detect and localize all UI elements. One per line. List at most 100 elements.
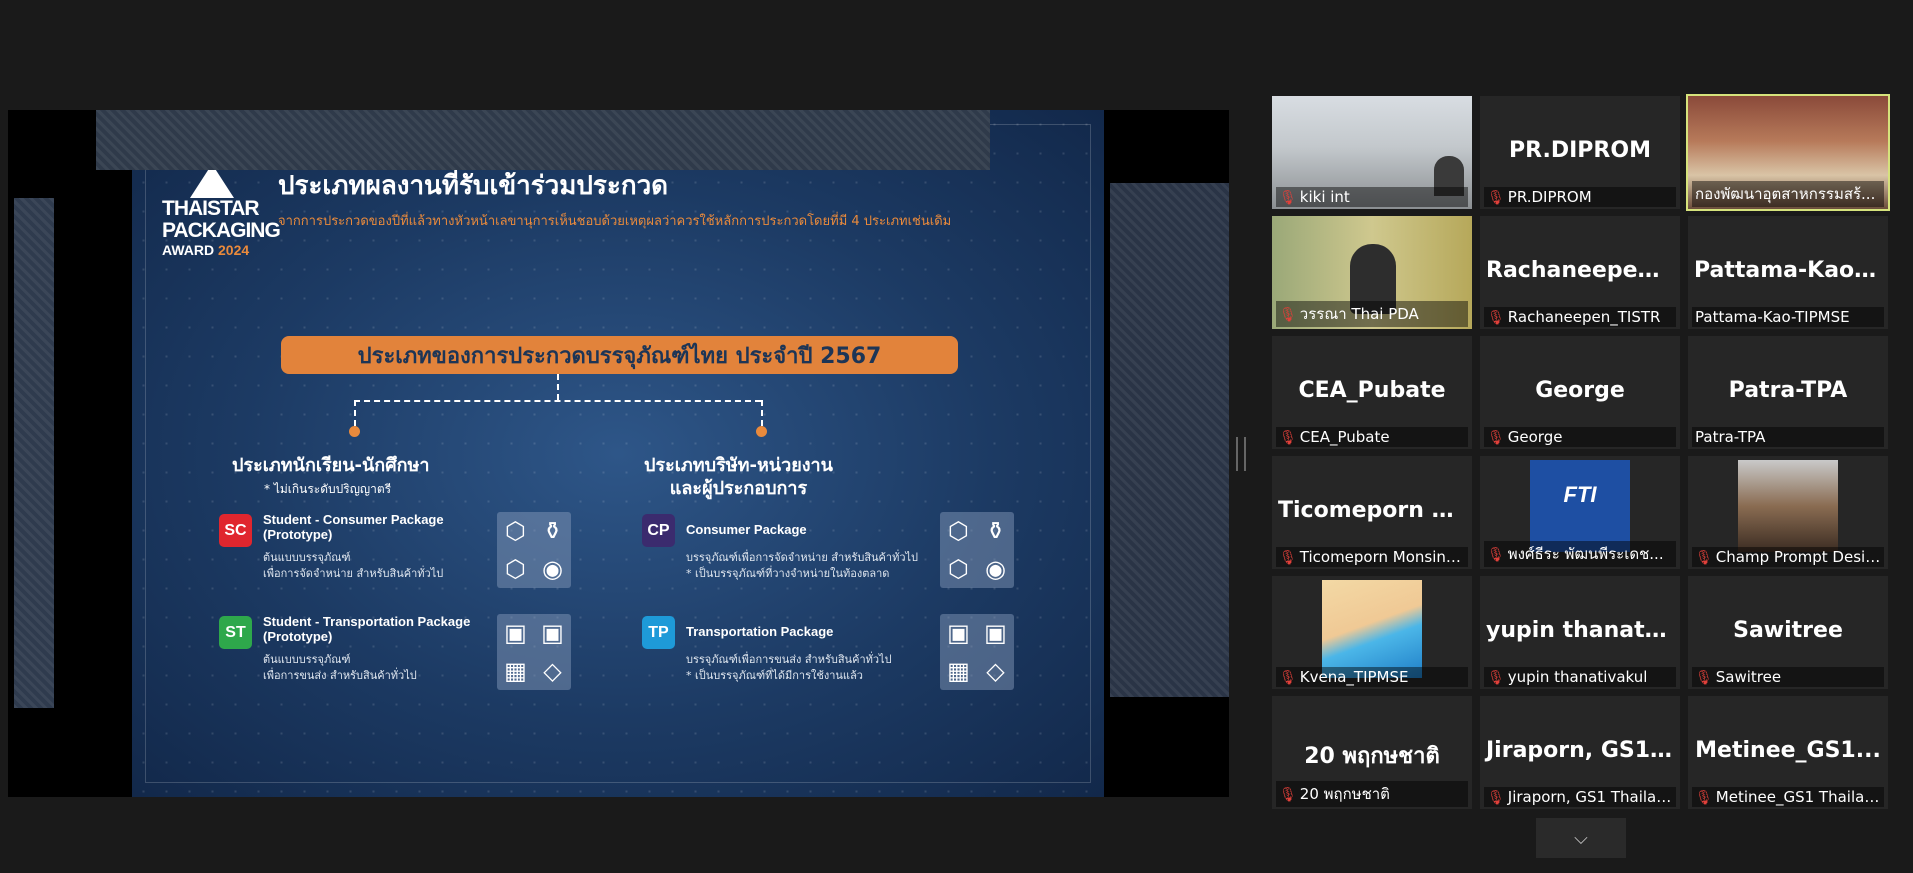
participant-tile[interactable]: Patra-TPA Patra-TPA <box>1688 336 1888 449</box>
participant-display-name: Pattama-Kao-... <box>1694 258 1888 283</box>
participant-tile[interactable]: 🎙 วรรณา Thai PDA <box>1272 216 1472 329</box>
category-desc2: เพื่อการจัดจำหน่าย สำหรับสินค้าทั่วไป <box>263 567 444 580</box>
participant-tile[interactable]: CEA_Pubate 🎙 CEA_Pubate <box>1272 336 1472 449</box>
participant-name: พงศ์ธีระ พัฒนพีระเดช... <box>1507 545 1664 563</box>
participant-name: George <box>1507 428 1563 446</box>
participant-tile[interactable]: PR.DIPROM 🎙 PR.DIPROM <box>1480 96 1680 209</box>
participant-tile[interactable]: Jiraporn, GS1... 🎙 Jiraporn, GS1 Thailand <box>1480 696 1680 809</box>
participant-label: 🎙 PR.DIPROM <box>1484 187 1676 207</box>
participant-name: Ticomeporn Monsint... <box>1299 548 1467 566</box>
participant-name: kiki int <box>1299 188 1350 206</box>
presentation-slide: THAISTAR PACKAGING AWARD 2024 ประเภทผลงา… <box>132 110 1104 797</box>
participant-name: Sawitree <box>1715 668 1782 686</box>
mic-muted-icon: 🎙 <box>1279 430 1297 446</box>
participant-tile[interactable]: 20 พฤกษชาติ 🎙 20 พฤกษชาติ <box>1272 696 1472 809</box>
participant-display-name: 20 พฤกษชาติ <box>1304 744 1440 769</box>
tray-icon: ◇ <box>986 657 1005 685</box>
box-icon: ▣ <box>504 619 527 647</box>
participant-tile[interactable]: FTI 🎙 พงศ์ธีระ พัฒนพีระเดช... <box>1480 456 1680 569</box>
participant-name: วรรณา Thai PDA <box>1299 305 1419 323</box>
crate-icon: ▦ <box>504 657 527 685</box>
left-heading: ประเภทนักเรียน-นักศึกษา <box>232 455 430 476</box>
mic-muted-icon: 🎙 <box>1695 550 1713 566</box>
participant-name: Kvena_TIPMSE <box>1299 668 1409 686</box>
participant-label: 🎙 Champ Prompt Design <box>1692 547 1884 567</box>
logo-award: AWARD <box>162 242 215 258</box>
participant-label: 🎙 Metinee_GS1 Thailand <box>1692 787 1884 807</box>
participant-label: 🎙 Jiraporn, GS1 Thailand <box>1484 787 1676 807</box>
right-heading: ประเภทบริษัท-หน่วยงาน และผู้ประกอบการ <box>644 454 833 500</box>
carton-icon: ⬡ <box>505 555 526 583</box>
participant-name: 20 พฤกษชาติ <box>1299 785 1390 803</box>
participant-tile[interactable]: yupin thanativ... 🎙 yupin thanativakul <box>1480 576 1680 689</box>
participant-tile[interactable]: 🎙 Kvena_TIPMSE <box>1272 576 1472 689</box>
connector-horizontal <box>354 400 761 402</box>
participant-tile[interactable]: 🎙 kiki int <box>1272 96 1472 209</box>
participant-label: กองพัฒนาอุตสาหกรรมสร้... <box>1692 181 1884 207</box>
participant-label: 🎙 Kvena_TIPMSE <box>1276 667 1468 687</box>
consumer-icons-left: ⬡ ⚱ ⬡ ◉ <box>497 512 571 588</box>
mic-muted-icon: 🎙 <box>1695 670 1713 686</box>
category-desc2: * เป็นบรรจุภัณฑ์ที่วางจำหน่ายในท้องตลาด <box>686 567 890 580</box>
bag-icon: ⬡ <box>948 517 969 545</box>
resize-handle[interactable] <box>1236 437 1246 471</box>
mic-muted-icon: 🎙 <box>1279 190 1297 206</box>
bag-icon: ⬡ <box>505 517 526 545</box>
mic-muted-icon: 🎙 <box>1279 307 1297 323</box>
participant-tile[interactable]: Pattama-Kao-... Pattama-Kao-TIPMSE <box>1688 216 1888 329</box>
category-desc1: ต้นแบบบรรจุภัณฑ์ <box>263 551 351 564</box>
participant-tile[interactable]: Sawitree 🎙 Sawitree <box>1688 576 1888 689</box>
participant-label: 🎙 Ticomeporn Monsint... <box>1276 547 1468 567</box>
category-desc1: บรรจุภัณฑ์เพื่อการขนส่ง สำหรับสินค้าทั่ว… <box>686 653 892 666</box>
crate-icon: ▦ <box>947 657 970 685</box>
jar-icon: ◉ <box>985 555 1006 583</box>
participant-tile[interactable]: กองพัฒนาอุตสาหกรรมสร้... <box>1686 94 1890 211</box>
badge-tp: TP <box>642 616 675 649</box>
tray-icon: ◇ <box>543 657 562 685</box>
category-name: Transportation Package <box>686 624 834 639</box>
right-heading-line1: ประเภทบริษัท-หน่วยงาน <box>644 455 833 476</box>
participant-label: 🎙 Rachaneepen_TISTR <box>1484 307 1676 327</box>
participant-tile[interactable]: 🎙 Champ Prompt Design <box>1688 456 1888 569</box>
right-heading-line2: และผู้ประกอบการ <box>669 478 808 499</box>
participant-avatar <box>1738 460 1838 552</box>
mic-muted-icon: 🎙 <box>1279 550 1297 566</box>
thaistar-logo: THAISTAR PACKAGING AWARD 2024 <box>162 164 281 258</box>
logo-line1: THAISTAR <box>162 197 260 220</box>
participant-label: Pattama-Kao-TIPMSE <box>1692 307 1884 327</box>
participant-tile[interactable]: Metinee_GS1... 🎙 Metinee_GS1 Thailand <box>1688 696 1888 809</box>
mic-muted-icon: 🎙 <box>1279 670 1297 686</box>
participant-display-name: Jiraporn, GS1... <box>1486 738 1676 763</box>
transport-icons-right: ▣ ▣ ▦ ◇ <box>940 614 1014 690</box>
participant-tile[interactable]: Rachaneepen_... 🎙 Rachaneepen_TISTR <box>1480 216 1680 329</box>
left-note: * ไม่เกินระดับปริญญาตรี <box>264 482 392 496</box>
logo-line3: AWARD 2024 <box>162 242 272 258</box>
bullet-right <box>756 426 767 437</box>
participant-display-name: Rachaneepen_... <box>1486 258 1680 283</box>
category-name: Student - Transportation Package (Protot… <box>263 614 471 644</box>
participant-name: Champ Prompt Design <box>1715 548 1884 566</box>
participant-avatar <box>1322 580 1422 678</box>
participant-display-name: Patra-TPA <box>1728 378 1848 403</box>
box-icon: ▣ <box>947 619 970 647</box>
participant-label: Patra-TPA <box>1692 427 1884 447</box>
participant-name: PR.DIPROM <box>1507 188 1592 206</box>
participant-tile[interactable]: George 🎙 George <box>1480 336 1680 449</box>
participant-display-name: CEA_Pubate <box>1298 378 1446 403</box>
mic-muted-icon: 🎙 <box>1487 547 1505 563</box>
participant-label: 🎙 วรรณา Thai PDA <box>1276 301 1468 327</box>
mic-muted-icon: 🎙 <box>1695 790 1713 806</box>
connector-vertical <box>557 374 559 400</box>
jar-icon: ◉ <box>542 555 563 583</box>
next-slide-thumbnail <box>1110 183 1229 697</box>
participant-avatar: FTI <box>1530 460 1630 552</box>
slide-title: ประเภทผลงานที่รับเข้าร่วมประกวด <box>278 171 669 201</box>
gallery-next-button[interactable]: ⌵ <box>1536 818 1626 858</box>
mic-muted-icon: 🎙 <box>1487 190 1505 206</box>
mic-muted-icon: 🎙 <box>1487 310 1505 326</box>
participant-display-name: Metinee_GS1... <box>1695 738 1881 763</box>
mic-muted-icon: 🎙 <box>1487 790 1505 806</box>
participant-label: 🎙 20 พฤกษชาติ <box>1276 781 1468 807</box>
participant-tile[interactable]: Ticomeporn M... 🎙 Ticomeporn Monsint... <box>1272 456 1472 569</box>
bottle-icon: ⚱ <box>542 517 563 545</box>
